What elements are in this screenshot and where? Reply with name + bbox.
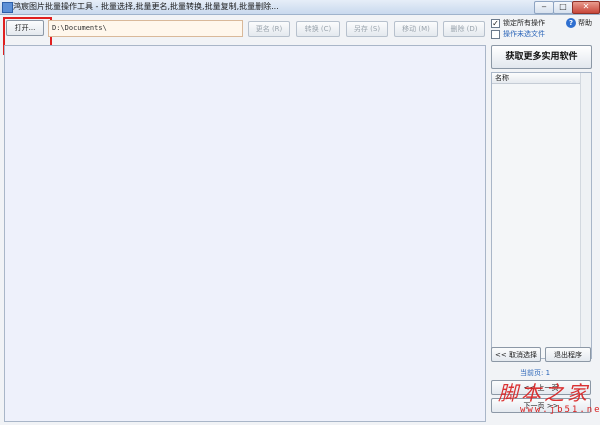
image-preview-area[interactable]: [4, 45, 486, 422]
delete-button[interactable]: 删除 (D): [443, 21, 485, 37]
save-as-button[interactable]: 另存 (S): [346, 21, 388, 37]
maximize-button[interactable]: □: [553, 1, 573, 14]
get-more-software-button[interactable]: 获取更多实用软件: [491, 45, 592, 69]
help-label[interactable]: 帮助: [578, 18, 592, 28]
watermark-url: www.jb51.net: [520, 405, 600, 415]
lock-all-label: 锁定所有操作: [503, 19, 545, 27]
operate-unselected-label: 操作未选文件: [503, 30, 545, 38]
file-list[interactable]: 名称: [491, 72, 592, 359]
move-button[interactable]: 移动 (M): [394, 21, 438, 37]
path-field[interactable]: D:\Documents\: [48, 20, 243, 37]
convert-button[interactable]: 转换 (C): [296, 21, 340, 37]
rename-button[interactable]: 更名 (R): [248, 21, 290, 37]
list-scrollbar[interactable]: [580, 73, 591, 358]
close-button[interactable]: ✕: [572, 1, 600, 14]
list-header-name[interactable]: 名称: [492, 73, 581, 84]
exit-button[interactable]: 退出程序: [545, 347, 591, 362]
title-bar: 鸿宸图片批量操作工具 - 批量选择,批量更名,批量转换,批量复制,批量删除...…: [0, 0, 600, 15]
operate-unselected-checkbox[interactable]: [491, 30, 500, 39]
lock-all-checkbox[interactable]: ✓: [491, 19, 500, 28]
minimize-button[interactable]: ‒: [534, 1, 554, 14]
app-icon: [2, 2, 13, 13]
client-area: 打开... D:\Documents\ 更名 (R) 转换 (C) 另存 (S)…: [0, 15, 600, 425]
cancel-selection-button[interactable]: << 取消选择: [491, 347, 541, 362]
help-icon[interactable]: ?: [566, 18, 576, 28]
file-list-body[interactable]: [492, 84, 581, 358]
watermark-text: 脚本之家: [498, 381, 590, 405]
window-title: 鸿宸图片批量操作工具 - 批量选择,批量更名,批量转换,批量复制,批量删除...: [13, 2, 279, 11]
